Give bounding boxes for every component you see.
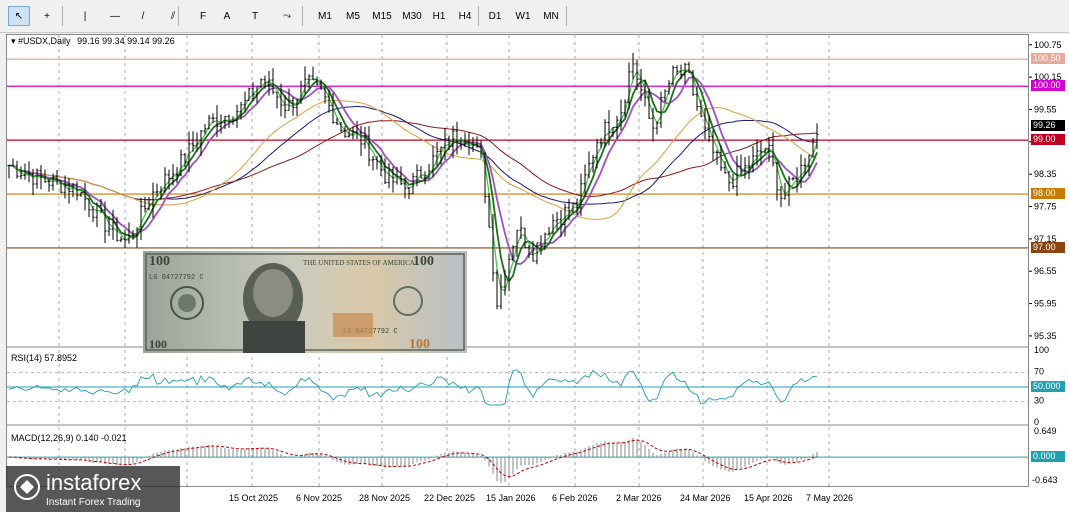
price-tick-label: 98.35 bbox=[1034, 169, 1057, 179]
price-tick-label: 97.75 bbox=[1034, 202, 1057, 212]
symbol-label: #USDX,Daily bbox=[18, 36, 71, 46]
rsi-level-tag: 50.000 bbox=[1031, 381, 1065, 392]
macd-zero-tag: 0.000 bbox=[1031, 451, 1065, 463]
crosshair-tool[interactable]: + bbox=[36, 6, 58, 26]
vertical-line-tool[interactable]: | bbox=[74, 6, 96, 26]
macd-tick-label: -0.643 bbox=[1032, 475, 1058, 485]
price-tick-label: 95.35 bbox=[1034, 331, 1057, 341]
date-tick-label: 15 Oct 2025 bbox=[229, 493, 278, 503]
date-tick-label: 2 Mar 2026 bbox=[616, 493, 662, 503]
timeframe-w1[interactable]: W1 bbox=[512, 6, 534, 26]
date-tick-label: 24 Mar 2026 bbox=[680, 493, 731, 503]
timeframe-d1[interactable]: D1 bbox=[484, 6, 506, 26]
toolbar: ↖ + | — / ⫽ F A T ⤳ M1 M5 M15 M30 H1 H4 D1 W1 MN bbox=[0, 0, 1069, 33]
cursor-tool[interactable]: ↖ bbox=[8, 6, 30, 26]
horizontal-line-tool[interactable]: — bbox=[104, 6, 126, 26]
timeframe-m5[interactable]: M5 bbox=[342, 6, 364, 26]
ma-orange bbox=[8, 99, 818, 220]
date-tick-label: 6 Feb 2026 bbox=[552, 493, 598, 503]
brand-name: instaforex bbox=[46, 470, 142, 495]
timeframe-h4[interactable]: H4 bbox=[454, 6, 476, 26]
timeframe-m30[interactable]: M30 bbox=[398, 6, 426, 26]
svg-text:THE UNITED STATES OF AMERICA: THE UNITED STATES OF AMERICA bbox=[303, 259, 415, 267]
timeframe-m1[interactable]: M1 bbox=[314, 6, 336, 26]
chart-header: ▾ #USDX,Daily 99.16 99.34 99.14 99.26 bbox=[11, 36, 175, 47]
svg-text:100: 100 bbox=[149, 254, 170, 269]
date-tick-label: 28 Nov 2025 bbox=[359, 493, 410, 503]
rsi-tick-label: 70 bbox=[1034, 367, 1044, 377]
price-tick-label: 100.75 bbox=[1034, 40, 1062, 50]
text-tool[interactable]: A bbox=[216, 6, 238, 26]
level-tag-100.00: 100.00 bbox=[1031, 80, 1065, 92]
label-tool[interactable]: T bbox=[244, 6, 266, 26]
svg-text:100: 100 bbox=[413, 254, 434, 269]
banknote-image: 100 100 100 100 THE UNITED STATES OF AME… bbox=[143, 251, 467, 353]
current-price-tag: 99.26 bbox=[1031, 120, 1065, 132]
level-tag-100.50: 100.50 bbox=[1031, 53, 1065, 65]
macd-tick-label: 0.649 bbox=[1034, 426, 1057, 436]
svg-text:LG 04727792 C: LG 04727792 C bbox=[149, 274, 204, 282]
level-tag-98.00: 98.00 bbox=[1031, 188, 1065, 200]
brand-tagline: Instant Forex Trading bbox=[46, 497, 141, 508]
timeframe-m15[interactable]: M15 bbox=[368, 6, 396, 26]
instaforex-watermark: instaforex Instant Forex Trading bbox=[6, 466, 180, 512]
dropdown-arrow-icon[interactable]: ▾ bbox=[11, 36, 16, 46]
rsi-tick-label: 100 bbox=[1034, 345, 1049, 355]
level-tag-97.00: 97.00 bbox=[1031, 241, 1065, 253]
channel-tool[interactable]: ⫽ bbox=[162, 6, 184, 26]
shapes-tool[interactable]: ⤳ bbox=[276, 6, 298, 26]
trendline-tool[interactable]: / bbox=[132, 6, 154, 26]
fibonacci-tool[interactable]: F bbox=[192, 6, 214, 26]
instaforex-logo-icon bbox=[14, 474, 40, 500]
level-tag-99.00: 99.00 bbox=[1031, 134, 1065, 146]
rsi-label: RSI(14) 57.8952 bbox=[11, 353, 78, 363]
date-tick-label: 15 Apr 2026 bbox=[744, 493, 793, 503]
svg-text:100: 100 bbox=[409, 337, 430, 352]
price-tick-label: 95.95 bbox=[1034, 299, 1057, 309]
macd-label: MACD(12,26,9) 0.140 -0.021 bbox=[11, 433, 127, 443]
rsi-tick-label: 30 bbox=[1034, 395, 1044, 405]
price-axis[interactable]: 100.75100.1599.5598.9598.3597.7597.1596.… bbox=[1029, 34, 1069, 487]
ohlc-label: 99.16 99.34 99.14 99.26 bbox=[77, 36, 175, 46]
date-tick-label: 7 May 2026 bbox=[806, 493, 853, 503]
price-tick-label: 96.55 bbox=[1034, 266, 1057, 276]
date-tick-label: 22 Dec 2025 bbox=[424, 493, 475, 503]
price-tick-label: 99.55 bbox=[1034, 104, 1057, 114]
timeframe-h1[interactable]: H1 bbox=[428, 6, 450, 26]
svg-text:100: 100 bbox=[149, 337, 167, 351]
date-tick-label: 15 Jan 2026 bbox=[486, 493, 536, 503]
timeframe-mn[interactable]: MN bbox=[540, 6, 562, 26]
date-tick-label: 6 Nov 2025 bbox=[296, 493, 342, 503]
